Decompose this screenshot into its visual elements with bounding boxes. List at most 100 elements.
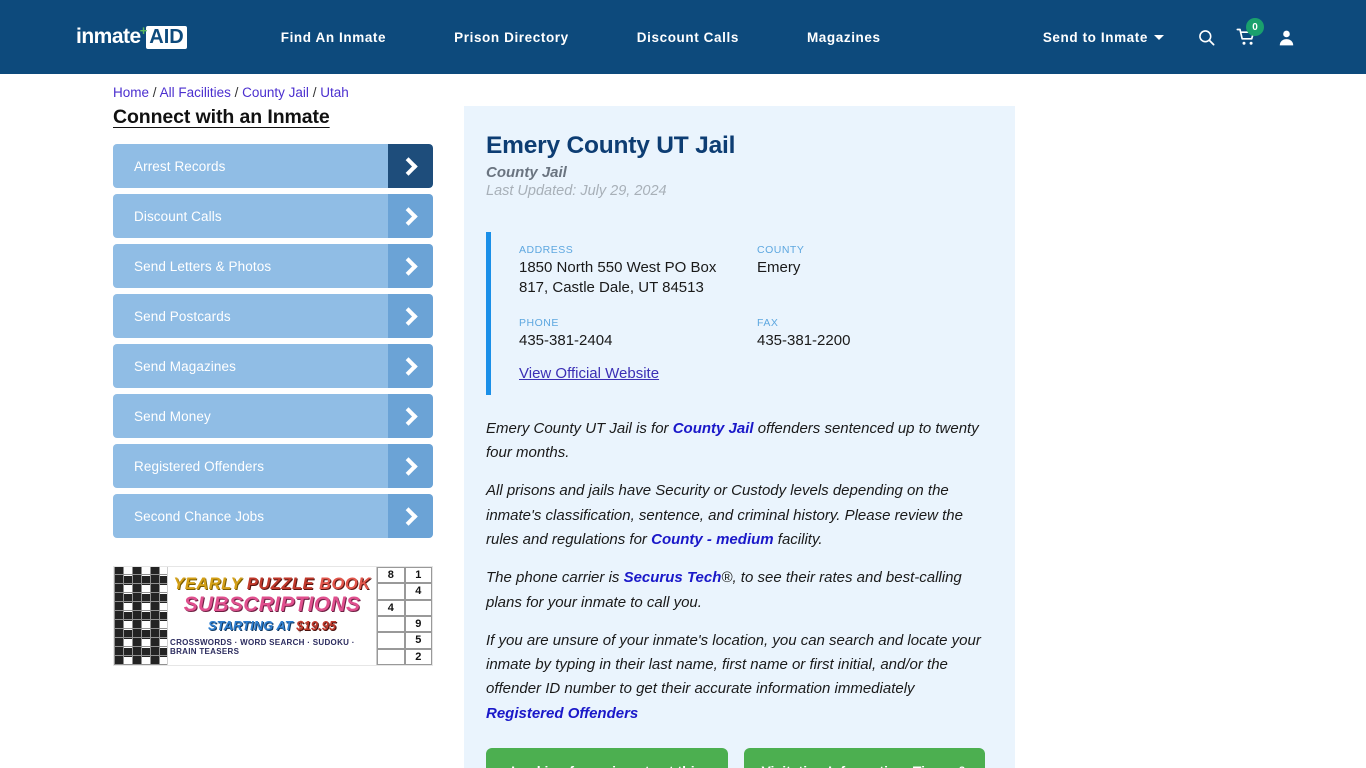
address-field: ADDRESS 1850 North 550 West PO Box 817, … xyxy=(519,244,747,299)
cart-count-badge: 0 xyxy=(1246,18,1264,36)
account-button[interactable] xyxy=(1266,17,1306,57)
facility-description: Emery County UT Jail is for County Jail … xyxy=(486,417,985,726)
p4-link-registered-offenders[interactable]: Registered Offenders xyxy=(486,705,638,722)
sudoku-grid-graphic: 8 1 4 4 9 5 2 xyxy=(376,567,432,665)
search-button[interactable] xyxy=(1186,17,1226,57)
sudoku-cell: 4 xyxy=(404,583,432,600)
sidebar-item-arrest-records[interactable]: Arrest Records xyxy=(113,144,433,188)
ad-headline-book: BOOK xyxy=(319,575,371,594)
phone-label: PHONE xyxy=(519,316,559,329)
facility-type: County Jail xyxy=(486,164,567,181)
cta-button-row: Looking for an inmate at this facility? … xyxy=(486,748,985,768)
sidebar-item-label: Send Money xyxy=(134,408,211,424)
facility-content-panel: Emery County UT Jail County Jail Last Up… xyxy=(464,106,1015,768)
p3-text-a: The phone carrier is xyxy=(486,569,624,587)
ad-price: $19.95 xyxy=(296,617,337,633)
sidebar-arrow-box xyxy=(388,144,433,188)
description-paragraph-1: Emery County UT Jail is for County Jail … xyxy=(486,417,985,466)
address-label: ADDRESS xyxy=(519,244,574,256)
sudoku-cell xyxy=(404,599,432,616)
chevron-right-icon xyxy=(399,256,418,276)
sidebar-title: Connect with an Inmate xyxy=(113,106,330,128)
sidebar-arrow-box xyxy=(388,344,433,388)
sudoku-cell: 5 xyxy=(404,632,432,649)
official-website-row: View Official Website xyxy=(519,365,985,383)
sidebar-item-label: Send Postcards xyxy=(134,308,231,324)
chevron-right-icon xyxy=(399,506,418,526)
sidebar-item-label: Registered Offenders xyxy=(134,458,265,474)
view-official-website-link[interactable]: View Official Website xyxy=(519,365,659,382)
logo-word: inmate xyxy=(76,25,141,48)
site-logo[interactable]: inmate + AID xyxy=(76,22,187,52)
breadcrumb-sep-3: / xyxy=(312,85,317,100)
sidebar-item-send-money[interactable]: Send Money xyxy=(113,394,433,438)
sudoku-cell xyxy=(377,648,405,665)
chevron-right-icon xyxy=(399,156,418,176)
sidebar-arrow-box xyxy=(388,294,433,338)
phone-field: PHONE 435-381-2404 xyxy=(519,317,747,351)
description-paragraph-4: If you are unsure of your inmate's locat… xyxy=(486,629,985,726)
breadcrumb-utah[interactable]: Utah xyxy=(320,85,349,100)
main-nav: Find An Inmate Prison Directory Discount… xyxy=(247,30,1025,45)
chevron-right-icon xyxy=(399,406,418,426)
facility-info-box: ADDRESS 1850 North 550 West PO Box 817, … xyxy=(486,232,985,395)
county-label: COUNTY xyxy=(757,244,805,256)
puzzle-book-ad-banner[interactable]: YEARLY PUZZLE BOOK SUBSCRIPTIONS STARTIN… xyxy=(113,566,433,666)
breadcrumb-all-facilities[interactable]: All Facilities xyxy=(160,85,231,100)
visitation-info-cta-button[interactable]: Visitation Information, Times & Rules xyxy=(743,748,985,768)
sidebar: Connect with an Inmate Arrest Records Di… xyxy=(113,106,443,768)
ad-headline-puzzle: PUZZLE xyxy=(246,575,320,594)
sidebar-item-second-chance-jobs[interactable]: Second Chance Jobs xyxy=(113,494,433,538)
sidebar-item-label: Discount Calls xyxy=(134,208,222,224)
sidebar-arrow-box xyxy=(388,494,433,538)
address-value: 1850 North 550 West PO Box 817, Castle D… xyxy=(519,259,717,297)
chevron-down-icon xyxy=(1154,34,1164,40)
sidebar-item-label: Arrest Records xyxy=(134,158,226,174)
sidebar-item-label: Second Chance Jobs xyxy=(134,508,265,524)
chevron-right-icon xyxy=(399,456,418,476)
sidebar-item-send-letters-photos[interactable]: Send Letters & Photos xyxy=(113,244,433,288)
cart-button[interactable]: 0 xyxy=(1226,17,1266,57)
ad-starting-at: STARTING AT xyxy=(207,617,297,633)
nav-find-an-inmate[interactable]: Find An Inmate xyxy=(247,30,420,45)
fax-label: FAX xyxy=(757,316,779,329)
find-inmate-cta-button[interactable]: Looking for an inmate at this facility? xyxy=(486,748,728,768)
ad-headline-yearly: YEARLY xyxy=(173,575,247,594)
nav-prison-directory[interactable]: Prison Directory xyxy=(420,30,603,45)
phone-value: 435-381-2404 xyxy=(519,331,613,349)
sudoku-cell: 2 xyxy=(404,648,432,665)
p1-text-a: Emery County UT Jail is for xyxy=(486,419,673,437)
p1-link-county-jail[interactable]: County Jail xyxy=(673,420,754,437)
county-value: Emery xyxy=(757,259,801,276)
sudoku-cell: 1 xyxy=(404,567,432,584)
breadcrumb-home[interactable]: Home xyxy=(113,85,149,100)
sidebar-item-label: Send Letters & Photos xyxy=(134,258,272,274)
p2-link-county-medium[interactable]: County - medium xyxy=(651,531,774,548)
logo-aid-box: AID xyxy=(146,25,187,49)
user-icon xyxy=(1279,30,1293,45)
nav-discount-calls[interactable]: Discount Calls xyxy=(603,30,773,45)
chevron-right-icon xyxy=(399,306,418,326)
sidebar-item-send-magazines[interactable]: Send Magazines xyxy=(113,344,433,388)
p3-link-securus-tech[interactable]: Securus Tech xyxy=(624,569,722,586)
page-body: Home / All Facilities / County Jail / Ut… xyxy=(0,74,1366,768)
search-icon xyxy=(1198,29,1214,45)
nav-magazines[interactable]: Magazines xyxy=(773,30,915,45)
logo-plus-icon: + xyxy=(139,22,148,38)
sudoku-cell: 9 xyxy=(404,616,432,633)
sidebar-item-discount-calls[interactable]: Discount Calls xyxy=(113,194,433,238)
last-updated: Last Updated: July 29, 2024 xyxy=(486,183,667,199)
p2-text-b: facility. xyxy=(773,530,823,548)
description-paragraph-2: All prisons and jails have Security or C… xyxy=(486,479,985,552)
breadcrumb: Home / All Facilities / County Jail / Ut… xyxy=(113,85,349,100)
nav-send-to-inmate[interactable]: Send to Inmate xyxy=(1025,30,1186,45)
sudoku-cell: 8 xyxy=(377,567,405,584)
breadcrumb-county-jail[interactable]: County Jail xyxy=(242,85,309,100)
sudoku-cell xyxy=(377,616,405,633)
page-title: Emery County UT Jail xyxy=(486,132,736,159)
sidebar-item-send-postcards[interactable]: Send Postcards xyxy=(113,294,433,338)
sidebar-item-label: Send Magazines xyxy=(134,358,236,374)
description-paragraph-3: The phone carrier is Securus Tech®, to s… xyxy=(486,566,985,615)
sudoku-cell: 4 xyxy=(377,599,405,616)
sidebar-item-registered-offenders[interactable]: Registered Offenders xyxy=(113,444,433,488)
